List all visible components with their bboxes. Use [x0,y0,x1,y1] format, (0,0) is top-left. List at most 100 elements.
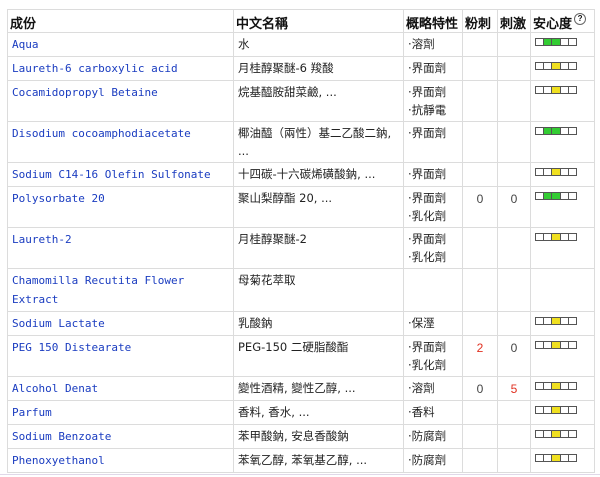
safety-segment [544,87,553,93]
ingredient-cell: Polysorbate 20 [7,186,234,228]
safety-meter [535,38,577,46]
chinese-name-cell: 聚山梨醇酯 20, ... [233,186,404,228]
safety-segment [552,342,561,348]
safety-cell [530,162,595,187]
ingredient-link[interactable]: Laureth-2 [12,233,72,246]
irritation-score: 5 [497,376,531,401]
safety-segment [552,169,561,175]
ingredient-cell: Cocamidopropyl Betaine [7,80,234,122]
function-cell: ·保溼 [403,311,463,336]
acne-score: 0 [462,376,498,401]
ingredient-link[interactable]: Polysorbate 20 [12,192,105,205]
function-cell: ·界面劑 [403,162,463,187]
safety-segment [568,39,577,45]
safety-cell [530,186,595,228]
acne-score [462,56,498,81]
safety-segment [544,63,553,69]
ingredient-link[interactable]: Disodium cocoamphodiacetate [12,127,191,140]
chinese-name-cell: 烷基醯胺甜菜鹼, ... [233,80,404,122]
function-cell: ·防腐劑 [403,448,463,473]
ingredient-row: PEG 150 Distearate PEG-150 二硬脂酸酯 ·界面劑 ·乳化劑 2… [7,335,595,377]
ingredient-link[interactable]: Cocamidopropyl Betaine [12,86,158,99]
acne-score [462,121,498,163]
safety-cell [530,121,595,163]
safety-segment [568,234,577,240]
safety-segment [560,234,569,240]
safety-segment [544,169,553,175]
safety-cell [530,311,595,336]
safety-meter [535,62,577,70]
safety-segment [552,63,561,69]
irritation-score [497,400,531,425]
acne-score [462,80,498,122]
acne-score [462,227,498,269]
acne-score [462,424,498,449]
safety-meter [535,192,577,200]
safety-segment [560,193,569,199]
safety-segment [552,39,561,45]
ingredient-cell: Sodium Benzoate [7,424,234,449]
ingredient-link[interactable]: Phenoxyethanol [12,454,105,467]
safety-cell [530,335,595,377]
ingredient-cell: Sodium C14-16 Olefin Sulfonate [7,162,234,187]
chinese-name-cell: 母菊花萃取 [233,268,404,312]
safety-segment [536,383,545,389]
ingredient-link[interactable]: PEG 150 Distearate [12,341,131,354]
ingredient-link[interactable]: Alcohol Denat [12,382,98,395]
function-cell: ·界面劑 [403,121,463,163]
safety-segment [544,318,553,324]
bottom-divider [0,474,600,475]
ingredient-link[interactable]: Sodium Benzoate [12,430,111,443]
function-tag: ·乳化劑 [408,358,447,372]
safety-cell [530,80,595,122]
ingredient-link[interactable]: Parfum [12,406,52,419]
ingredient-link[interactable]: Laureth-6 carboxylic acid [12,62,178,75]
function-cell: ·界面劑 ·乳化劑 [403,227,463,269]
function-cell: ·溶劑 [403,32,463,57]
function-tag: ·溶劑 [408,381,435,395]
safety-segment [560,63,569,69]
safety-cell [530,448,595,473]
ingredient-cell: Alcohol Denat [7,376,234,401]
ingredient-row: Sodium Lactate 乳酸鈉 ·保溼 [7,311,595,336]
irritation-score [497,32,531,57]
safety-segment [568,87,577,93]
function-tag: ·香料 [408,405,435,419]
safety-segment [560,128,569,134]
ingredient-row: Phenoxyethanol 苯氧乙醇, 苯氧基乙醇, ... ·防腐劑 [7,448,595,473]
safety-segment [544,193,553,199]
ingredient-row: Cocamidopropyl Betaine 烷基醯胺甜菜鹼, ... ·界面劑 ·抗… [7,80,595,122]
safety-segment [536,169,545,175]
safety-segment [560,342,569,348]
safety-segment [544,39,553,45]
ingredient-link[interactable]: Aqua [12,38,39,51]
header-acne: 粉刺 [462,9,498,33]
safety-meter [535,127,577,135]
ingredient-link[interactable]: Chamomilla Recutita Flower Extract [12,274,184,306]
safety-segment [536,431,545,437]
function-tag: ·保溼 [408,316,435,330]
help-icon[interactable]: ? [574,13,587,25]
function-tag: ·界面劑 [408,85,447,99]
ingredient-link[interactable]: Sodium C14-16 Olefin Sulfonate [12,168,211,181]
acne-score: 2 [462,335,498,377]
ingredient-cell: Parfum [7,400,234,425]
safety-cell [530,400,595,425]
safety-meter [535,454,577,462]
acne-score [462,162,498,187]
safety-cell [530,268,595,312]
header-safety-label: 安心度 [533,16,573,31]
safety-segment [536,87,545,93]
ingredient-link[interactable]: Sodium Lactate [12,317,105,330]
chinese-name-cell: 月桂醇聚醚-2 [233,227,404,269]
safety-segment [568,63,577,69]
safety-segment [568,407,577,413]
safety-segment [552,431,561,437]
safety-segment [552,455,561,461]
function-tag: ·防腐劑 [408,453,447,467]
function-cell: ·防腐劑 [403,424,463,449]
chinese-name-cell: 水 [233,32,404,57]
ingredient-row: Sodium C14-16 Olefin Sulfonate 十四碳-十六碳烯磺酸… [7,162,595,187]
safety-cell [530,32,595,57]
safety-meter [535,233,577,241]
